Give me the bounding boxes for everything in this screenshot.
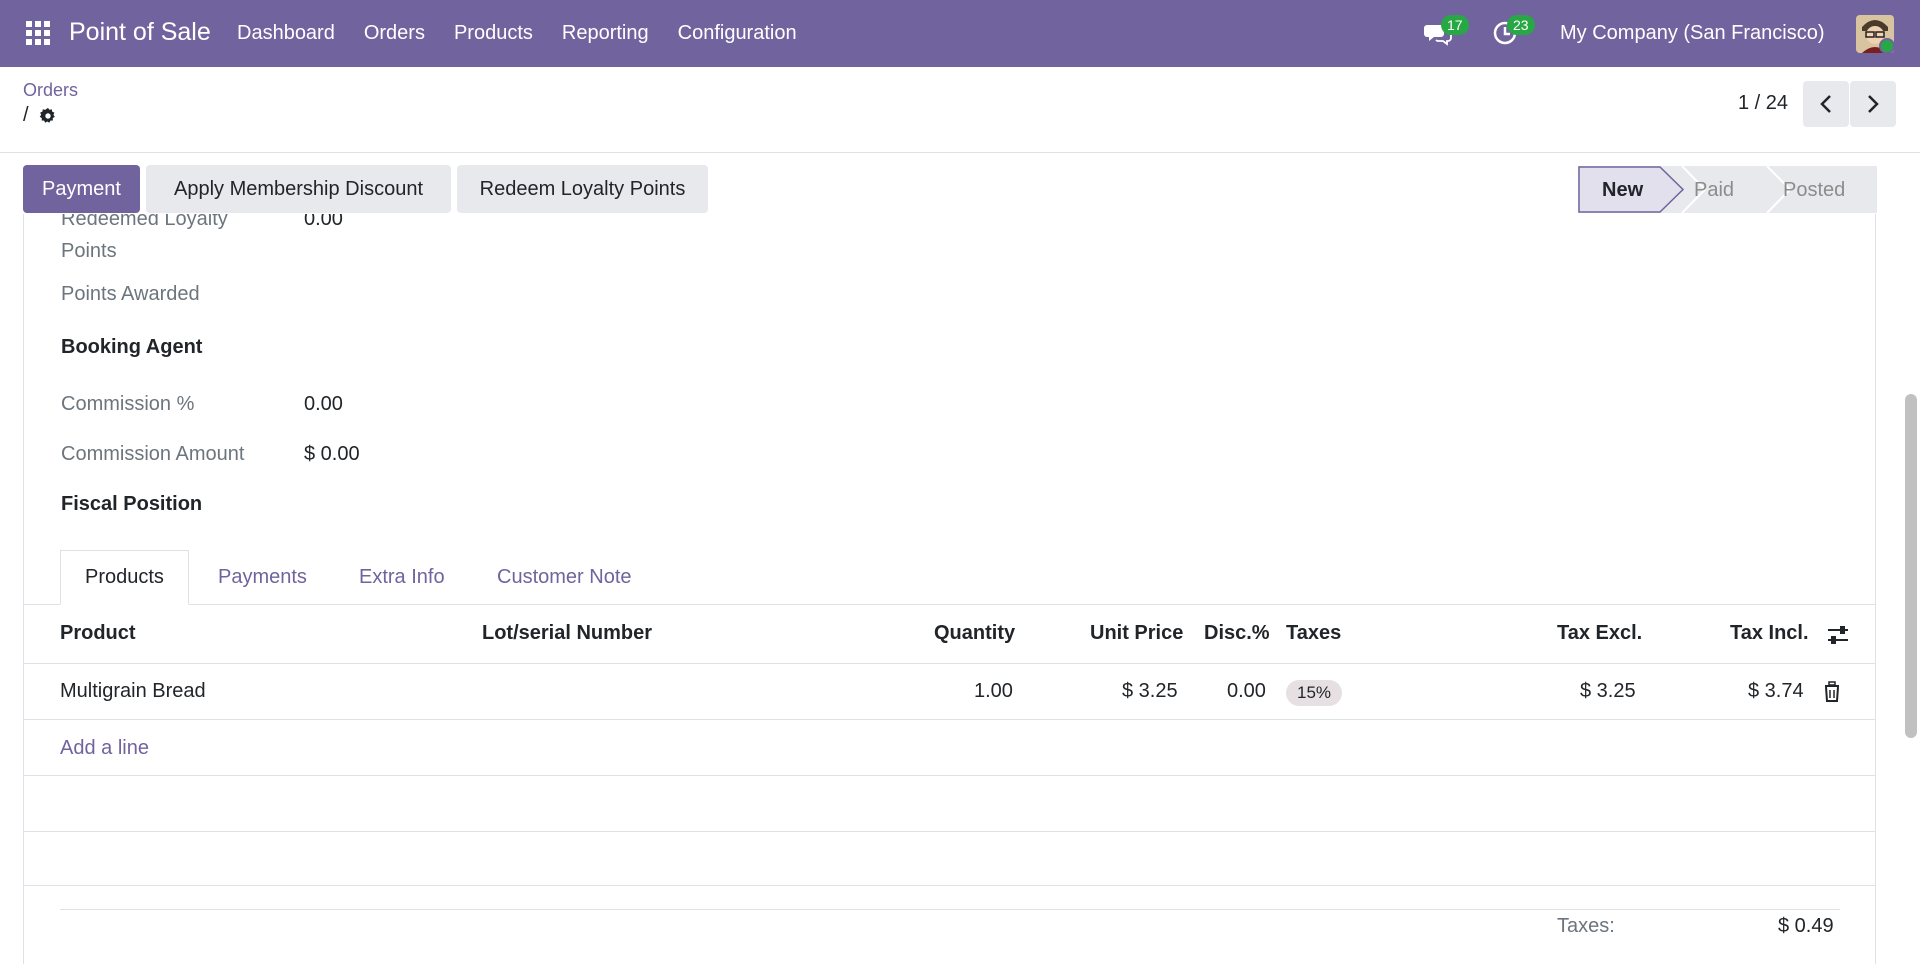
cell-tax-included: $ 3.74: [1748, 680, 1804, 702]
taxes-total-value: $ 0.49: [1778, 915, 1834, 937]
commission-amount-value[interactable]: $ 0.00: [304, 443, 360, 466]
breadcrumb-separator: /: [23, 104, 29, 126]
column-tax-excluded[interactable]: Tax Excl.: [1557, 622, 1642, 645]
trash-icon[interactable]: [1823, 681, 1841, 703]
tab-payments[interactable]: Payments: [194, 550, 331, 605]
column-discount[interactable]: Disc.%: [1204, 622, 1270, 645]
chevron-left-icon: [1820, 95, 1831, 113]
fiscal-position-title: Fiscal Position: [61, 493, 203, 515]
apps-menu-icon[interactable]: [26, 21, 50, 45]
column-lot-serial[interactable]: Lot/serial Number: [482, 622, 652, 645]
row-divider: [24, 831, 1876, 832]
payment-button[interactable]: Payment: [23, 165, 140, 213]
pager-value[interactable]: 1 / 24: [1738, 92, 1788, 115]
tab-customer-note[interactable]: Customer Note: [473, 550, 656, 605]
top-navbar: Point of Sale Dashboard Orders Products …: [0, 0, 1920, 67]
cell-tax-excluded: $ 3.25: [1580, 680, 1636, 702]
cell-quantity[interactable]: 1.00: [974, 680, 1013, 703]
cell-product[interactable]: Multigrain Bread: [60, 680, 206, 703]
optional-columns-icon[interactable]: [1826, 624, 1850, 646]
main-menu: Dashboard Orders Products Reporting Conf…: [237, 22, 826, 45]
online-status-dot: [1879, 38, 1895, 54]
apply-membership-discount-button[interactable]: Apply Membership Discount: [146, 165, 451, 213]
gear-icon[interactable]: [39, 107, 57, 125]
column-unit-price[interactable]: Unit Price: [1090, 622, 1183, 645]
menu-item-reporting[interactable]: Reporting: [562, 22, 649, 45]
row-divider: [24, 719, 1876, 720]
commission-percent-label: Commission %: [61, 393, 195, 415]
menu-item-dashboard[interactable]: Dashboard: [237, 22, 335, 45]
messages-badge: 17: [1441, 15, 1469, 35]
status-bar: New Paid Posted: [1578, 166, 1877, 213]
commission-amount-label: Commission Amount: [61, 443, 245, 465]
menu-item-products[interactable]: Products: [454, 22, 533, 45]
row-divider: [24, 775, 1876, 776]
column-product[interactable]: Product: [60, 622, 136, 645]
company-switcher[interactable]: My Company (San Francisco): [1560, 22, 1825, 45]
breadcrumb-orders[interactable]: Orders: [23, 80, 78, 101]
row-divider: [24, 885, 1876, 886]
scrollbar-thumb[interactable]: [1905, 394, 1917, 738]
redeem-loyalty-points-button[interactable]: Redeem Loyalty Points: [457, 165, 708, 213]
menu-item-configuration[interactable]: Configuration: [678, 22, 797, 45]
points-awarded-label: Points Awarded: [61, 283, 200, 305]
tab-divider: [24, 604, 1876, 605]
status-paid[interactable]: Paid: [1694, 179, 1734, 202]
tax-badge[interactable]: 15%: [1286, 680, 1343, 706]
pager-previous-button[interactable]: [1803, 81, 1849, 127]
commission-percent-value[interactable]: 0.00: [304, 393, 343, 416]
activities-badge: 23: [1507, 15, 1535, 35]
column-taxes[interactable]: Taxes: [1286, 622, 1341, 645]
redeemed-loyalty-value[interactable]: 0.00: [304, 214, 343, 231]
status-posted[interactable]: Posted: [1783, 179, 1845, 202]
cell-unit-price[interactable]: $ 3.25: [1122, 680, 1178, 703]
redeemed-loyalty-label-line2: Points: [61, 240, 117, 262]
booking-agent-title: Booking Agent: [61, 336, 203, 358]
totals-divider: [60, 909, 1840, 910]
cell-discount[interactable]: 0.00: [1227, 680, 1266, 703]
pager-next-button[interactable]: [1850, 81, 1896, 127]
table-header-divider: [24, 663, 1876, 664]
menu-item-orders[interactable]: Orders: [364, 22, 425, 45]
tab-products[interactable]: Products: [60, 550, 189, 605]
app-brand[interactable]: Point of Sale: [69, 18, 211, 47]
taxes-total-label: Taxes:: [1557, 915, 1615, 937]
column-quantity[interactable]: Quantity: [934, 622, 1015, 645]
status-new[interactable]: New: [1602, 179, 1643, 202]
tab-extra-info[interactable]: Extra Info: [335, 550, 469, 605]
redeemed-loyalty-label: Redeemed Loyalty: [61, 214, 228, 230]
chevron-right-icon: [1868, 95, 1879, 113]
column-tax-included[interactable]: Tax Incl.: [1730, 622, 1809, 645]
add-line-link[interactable]: Add a line: [60, 737, 149, 760]
control-panel-divider: [0, 152, 1920, 153]
